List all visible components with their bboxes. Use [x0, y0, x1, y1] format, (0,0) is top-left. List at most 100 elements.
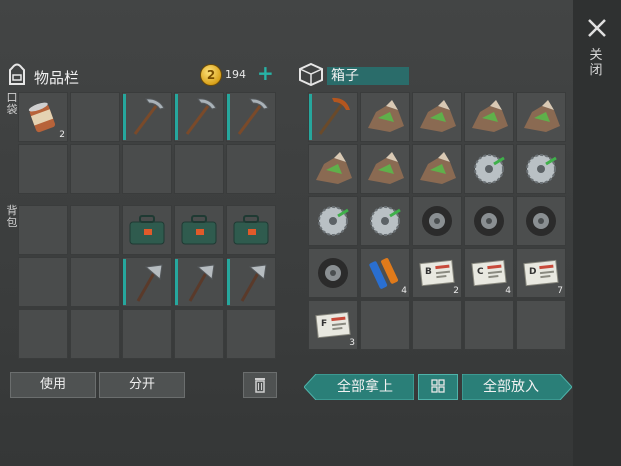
- backpack-slot[interactable]: [18, 309, 68, 359]
- sort-grid-button[interactable]: [418, 374, 458, 400]
- backpack-label: 背包: [6, 204, 18, 229]
- box-slot[interactable]: B2: [412, 248, 462, 298]
- box-slot[interactable]: [516, 196, 566, 246]
- add-coins-button[interactable]: +: [257, 63, 274, 83]
- box-slot[interactable]: [308, 144, 358, 194]
- box-slot[interactable]: 4: [360, 248, 410, 298]
- close-icon[interactable]: [583, 14, 611, 42]
- pocket-slot[interactable]: [70, 144, 120, 194]
- inventory-title: 物品栏: [34, 69, 80, 87]
- card-letter: D: [529, 267, 537, 277]
- pocket-slot[interactable]: [70, 92, 120, 142]
- box-icon: [299, 62, 323, 86]
- box-slot[interactable]: [360, 300, 410, 350]
- scrap-pile-icon: [368, 152, 404, 184]
- hatchet-icon: [136, 264, 163, 302]
- box-slot[interactable]: [308, 248, 358, 298]
- pickaxe-icon: [237, 98, 269, 135]
- tire-icon: [318, 258, 348, 288]
- backpack-slot[interactable]: [70, 309, 120, 359]
- durability-bar: [175, 259, 178, 305]
- backpack-slot[interactable]: [70, 205, 120, 255]
- durability-bar: [175, 94, 178, 140]
- pocket-slot[interactable]: [122, 92, 172, 142]
- box-slot[interactable]: F3: [308, 300, 358, 350]
- box-slot[interactable]: [516, 92, 566, 142]
- box-slot[interactable]: [412, 196, 462, 246]
- pocket-slot[interactable]: [174, 144, 224, 194]
- durability-bar: [309, 94, 312, 140]
- split-button[interactable]: 分开: [99, 372, 185, 398]
- box-slot[interactable]: [464, 300, 514, 350]
- trash-icon: [255, 378, 265, 393]
- pickaxe-icon: [133, 98, 165, 135]
- scrap-pile-icon: [472, 100, 508, 132]
- item-count: 4: [401, 286, 407, 296]
- pickaxe-icon: [185, 98, 217, 135]
- box-slot[interactable]: [360, 144, 410, 194]
- durability-bar: [227, 94, 230, 140]
- backpack-slot[interactable]: [122, 257, 172, 307]
- durability-bar: [123, 94, 126, 140]
- tire-icon: [422, 206, 452, 236]
- backpack-slot[interactable]: [122, 309, 172, 359]
- scrap-pile-icon: [316, 152, 352, 184]
- take-all-button[interactable]: 全部拿上: [316, 374, 414, 400]
- item-count: 2: [453, 286, 459, 296]
- backpack-slot[interactable]: [18, 205, 68, 255]
- box-slot[interactable]: [308, 92, 358, 142]
- trash-button[interactable]: [243, 372, 277, 398]
- box-slot[interactable]: [360, 196, 410, 246]
- durability-bar: [123, 259, 126, 305]
- hatchet-icon: [188, 264, 215, 302]
- pocket-slot[interactable]: [226, 92, 276, 142]
- box-slot[interactable]: D7: [516, 248, 566, 298]
- saw-blade-icon: [370, 206, 401, 236]
- card-letter: B: [425, 267, 432, 277]
- box-slot[interactable]: [308, 196, 358, 246]
- box-slot[interactable]: [412, 300, 462, 350]
- grid-icon: [431, 379, 445, 393]
- box-title: 箱子: [327, 67, 409, 85]
- backpack-slot[interactable]: [122, 205, 172, 255]
- item-count: 7: [557, 286, 563, 296]
- toolbox-icon: [129, 215, 165, 245]
- backpack-slot[interactable]: [174, 205, 224, 255]
- box-slot[interactable]: [516, 144, 566, 194]
- backpack-slot[interactable]: [174, 257, 224, 307]
- backpack-icon: [9, 63, 25, 85]
- toolbox-icon: [233, 215, 269, 245]
- box-slot[interactable]: C4: [464, 248, 514, 298]
- box-slot[interactable]: [412, 144, 462, 194]
- tire-icon: [526, 206, 556, 236]
- box-slot[interactable]: [464, 92, 514, 142]
- box-slot[interactable]: [360, 92, 410, 142]
- coin-count: 194: [225, 68, 246, 81]
- backpack-slot[interactable]: [18, 257, 68, 307]
- pocket-slot[interactable]: [226, 144, 276, 194]
- backpack-slot[interactable]: [70, 257, 120, 307]
- backpack-slot[interactable]: [226, 257, 276, 307]
- backpack-slot[interactable]: [226, 309, 276, 359]
- use-button[interactable]: 使用: [10, 372, 96, 398]
- saw-blade-icon: [474, 154, 505, 184]
- pocket-slot[interactable]: [18, 144, 68, 194]
- close-label: 关闭: [589, 48, 603, 78]
- backpack-slot[interactable]: [174, 309, 224, 359]
- coin-icon: 2: [200, 64, 222, 86]
- pocket-slot[interactable]: 2: [18, 92, 68, 142]
- pocket-slot[interactable]: [174, 92, 224, 142]
- backpack-slot[interactable]: [226, 205, 276, 255]
- scrap-pile-icon: [368, 100, 404, 132]
- card-letter: C: [477, 267, 484, 277]
- put-all-button[interactable]: 全部放入: [462, 374, 560, 400]
- box-slot[interactable]: [464, 144, 514, 194]
- pocket-slot[interactable]: [122, 144, 172, 194]
- box-slot[interactable]: [516, 300, 566, 350]
- scrap-pile-icon: [524, 100, 560, 132]
- scrap-pile-icon: [420, 100, 456, 132]
- scrap-pile-icon: [420, 152, 456, 184]
- box-slot[interactable]: [464, 196, 514, 246]
- box-slot[interactable]: [412, 92, 462, 142]
- pockets-label: 口袋: [6, 91, 18, 116]
